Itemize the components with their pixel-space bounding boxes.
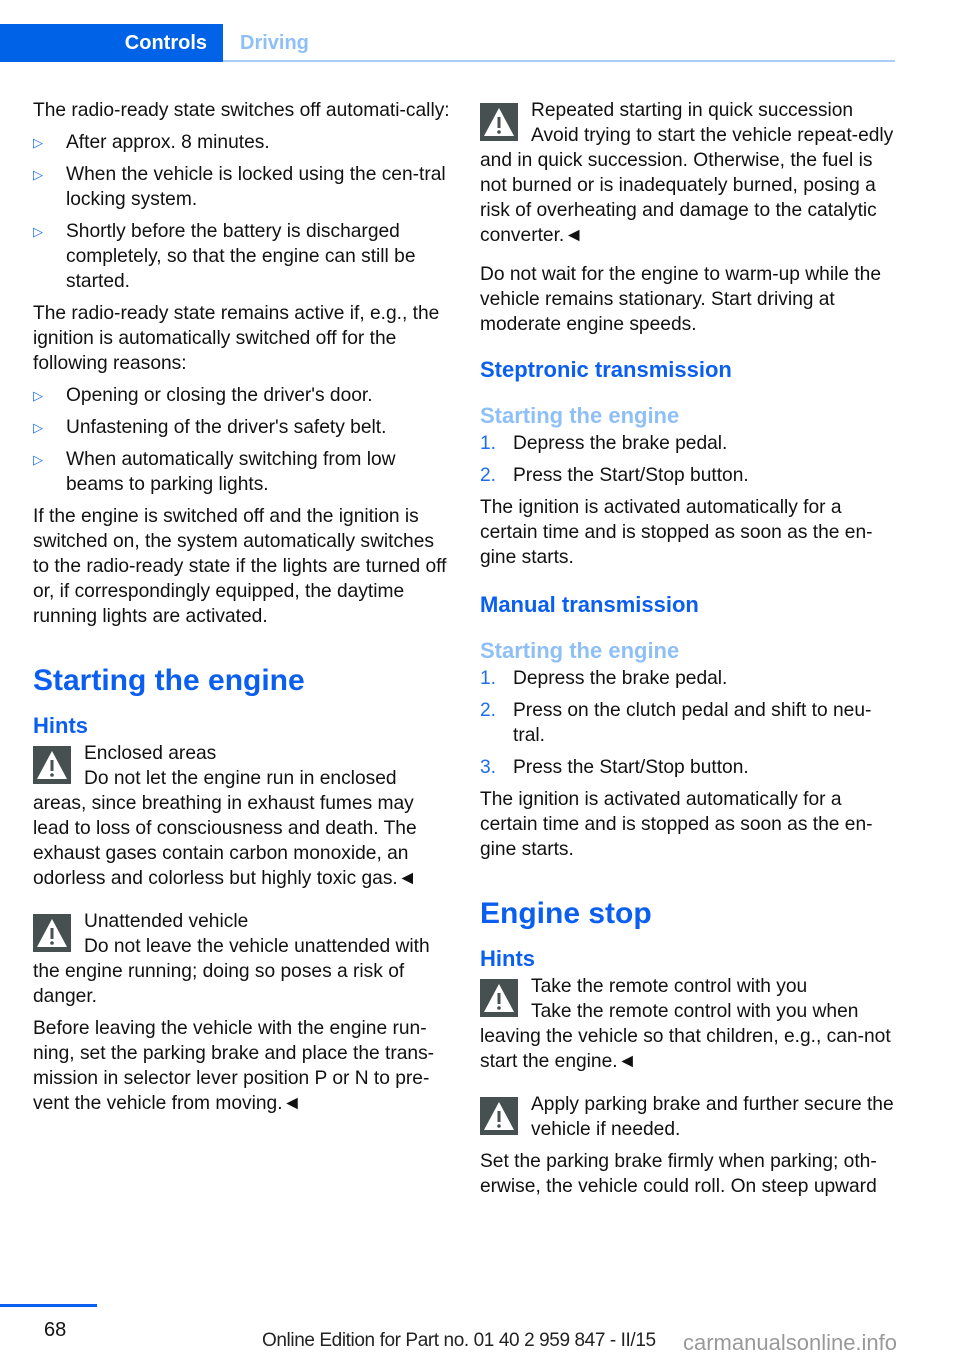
list-item: ▷ When automatically switching from low b… [33,449,396,495]
step-item: 3. Press the Start/Stop button. [480,757,749,778]
section-heading: Engine stop [480,897,652,930]
list-item: ▷ After approx. 8 minutes. [33,132,270,153]
warning-block: Take the remote control with you Take th… [480,974,896,1074]
right-column: Repeated starting in quick succession Av… [480,98,896,1206]
steptronic-steps: 1. Depress the brake pedal. 2. Press the S… [480,431,896,488]
list-item: ▷ When the vehicle is locked using the ce… [33,164,446,210]
tab-driving[interactable]: Driving [240,24,309,62]
subsection-heading: Manual transmission [480,592,699,617]
warning-body: Do not let the engine run in enclosed ar… [33,768,417,889]
triangle-bullet-icon: ▷ [33,167,43,182]
paragraph: Set the parking brake firmly when parkin… [480,1151,877,1197]
warning-icon [480,1097,518,1135]
triangle-bullet-icon: ▷ [33,388,43,403]
list-item: ▷ Opening or closing the driver's door. [33,385,373,406]
tab-underline [223,60,895,62]
warning-icon [480,979,518,1017]
warning-block: Enclosed areas Do not let the engine run… [33,741,453,891]
paragraph: Before leaving the vehicle with the engi… [33,1018,435,1114]
radio-active-list: ▷ Opening or closing the driver's door. ▷… [33,383,453,497]
chapter-tabs: Controls Driving [0,24,895,62]
paragraph: Do not wait for the engine to warm-up wh… [480,264,882,335]
step-item: 2. Press on the clutch pedal and shift to… [480,700,872,746]
paragraph: The ignition is activated automatically … [480,789,873,860]
left-column: The radio-ready state switches off autom… [33,98,453,1123]
warning-body: Do not leave the vehicle unattended with… [33,936,430,1007]
warning-block: Unattended vehicle Do not leave the vehi… [33,909,453,1009]
warning-title: Enclosed areas [84,743,217,764]
paragraph: If the engine is switched off and the ig… [33,506,447,627]
intro-paragraph: The radio-ready state switches off autom… [33,100,450,121]
warning-title: Repeated starting in quick succession [531,100,854,121]
warning-title: Unattended vehicle [84,911,249,932]
warning-body: Take the remote control with you when le… [480,1001,891,1072]
step-item: 1. Depress the brake pedal. [480,433,728,454]
subsection-heading: Steptronic transmission [480,357,732,382]
warning-body: Avoid trying to start the vehicle repeat… [480,125,894,246]
tab-controls[interactable]: Controls [0,24,223,62]
edition-info: Online Edition for Part no. 01 40 2 959 … [262,1330,656,1351]
warning-icon [33,914,71,952]
sub-subsection-heading: Starting the engine [480,638,680,663]
step-item: 2. Press the Start/Stop button. [480,465,749,486]
triangle-bullet-icon: ▷ [33,135,43,150]
watermark: carmanualsonline.info [683,1330,898,1355]
triangle-bullet-icon: ▷ [33,420,43,435]
triangle-bullet-icon: ▷ [33,224,43,239]
warning-icon [480,103,518,141]
section-heading: Starting the engine [33,664,305,697]
warning-icon [33,746,71,784]
manual-steps: 1. Depress the brake pedal. 2. Press on th… [480,666,896,780]
warning-block: Apply parking brake and further secure t… [480,1092,896,1142]
list-item: ▷ Shortly before the battery is discharge… [33,221,416,292]
subsection-heading: Hints [33,713,88,738]
paragraph: The ignition is activated automatically … [480,497,873,568]
warning-block: Repeated starting in quick succession Av… [480,98,896,248]
radio-off-list: ▷ After approx. 8 minutes. ▷ When the vehi… [33,130,453,294]
step-item: 1. Depress the brake pedal. [480,668,728,689]
sub-subsection-heading: Starting the engine [480,403,680,428]
list-item: ▷ Unfastening of the driver's safety belt… [33,417,387,438]
subsection-heading: Hints [480,946,535,971]
page-number: 68 [44,1319,67,1341]
triangle-bullet-icon: ▷ [33,452,43,467]
paragraph: The radio-ready state remains active if,… [33,303,440,374]
footer-rule [0,1304,97,1307]
warning-title: Take the remote control with you [531,976,808,997]
warning-title: Apply parking brake and further secure t… [531,1094,894,1140]
